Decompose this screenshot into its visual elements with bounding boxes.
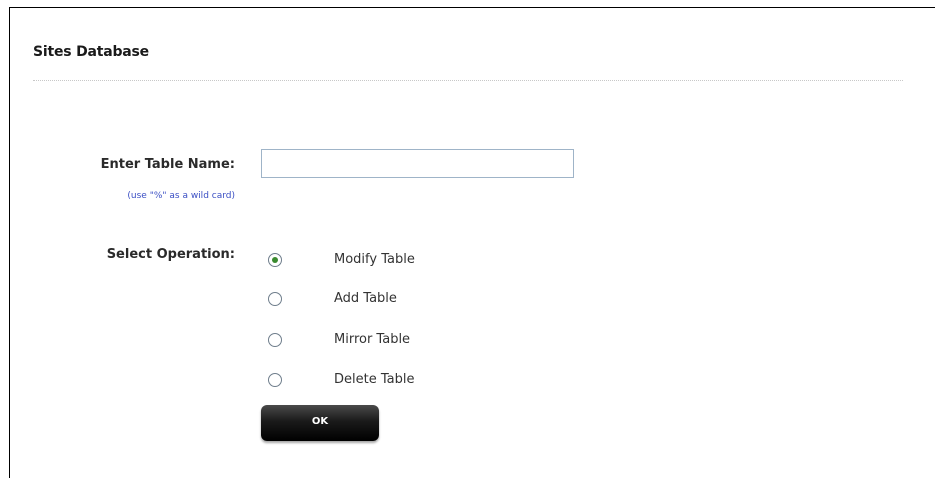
page-title: Sites Database bbox=[33, 44, 149, 60]
delete-table-label: Delete Table bbox=[334, 372, 415, 387]
title-divider bbox=[33, 80, 903, 81]
add-table-label: Add Table bbox=[334, 291, 397, 306]
modify-table-label: Modify Table bbox=[334, 252, 415, 267]
option-delete-table[interactable]: Delete Table bbox=[268, 369, 414, 391]
wildcard-hint: (use "%" as a wild card) bbox=[127, 191, 235, 201]
operation-label: Select Operation: bbox=[106, 247, 235, 262]
option-modify-table[interactable]: Modify Table bbox=[268, 249, 415, 271]
add-table-radio[interactable] bbox=[268, 292, 282, 306]
table-name-input[interactable] bbox=[261, 149, 574, 178]
modify-table-radio[interactable] bbox=[268, 253, 282, 267]
mirror-table-radio[interactable] bbox=[268, 333, 282, 347]
panel-frame bbox=[9, 7, 935, 478]
mirror-table-label: Mirror Table bbox=[334, 332, 411, 347]
option-add-table[interactable]: Add Table bbox=[268, 288, 397, 310]
table-name-label: Enter Table Name: bbox=[100, 157, 235, 172]
delete-table-radio[interactable] bbox=[268, 373, 282, 387]
ok-button[interactable]: OK bbox=[261, 405, 379, 441]
option-mirror-table[interactable]: Mirror Table bbox=[268, 329, 410, 351]
